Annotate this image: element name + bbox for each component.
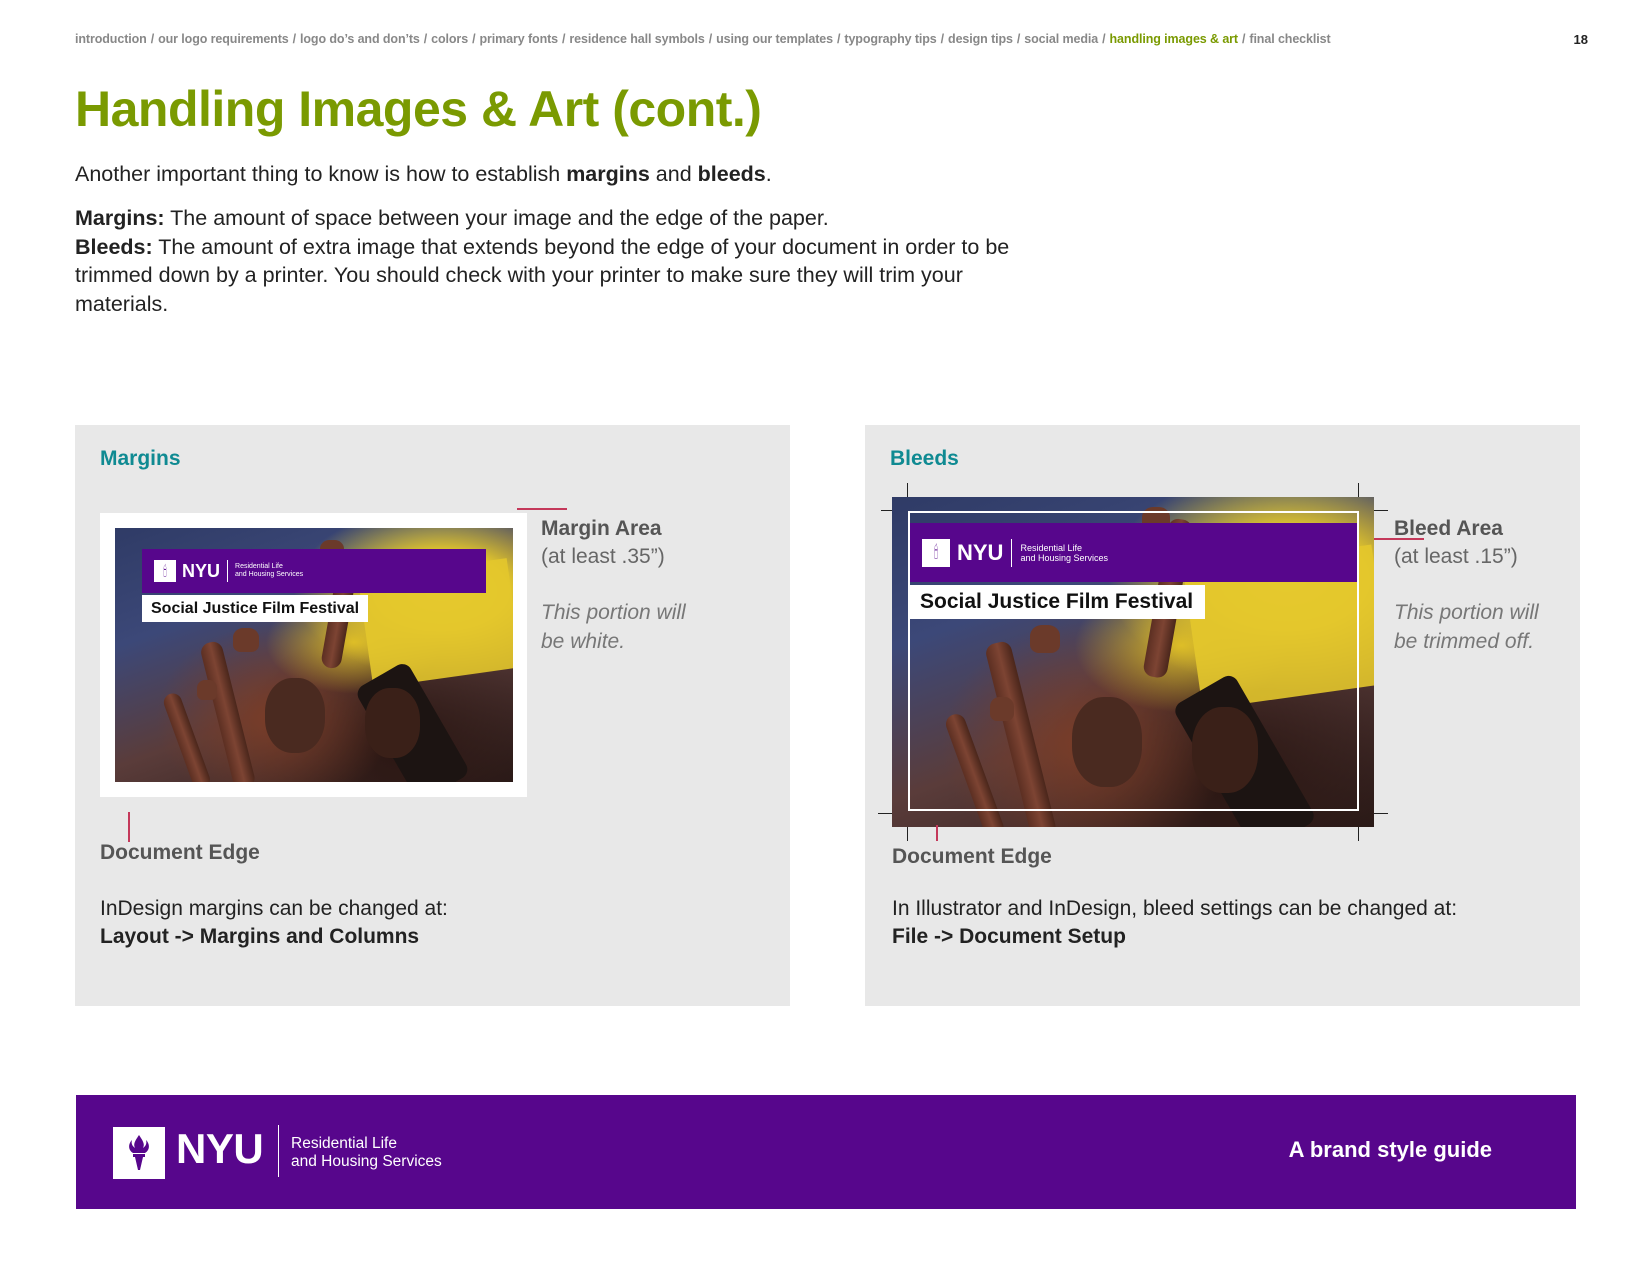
breadcrumb-separator: /: [472, 32, 476, 46]
footer-nyu-wordmark: NYU: [176, 1125, 264, 1172]
breadcrumb-separator: /: [1242, 32, 1246, 46]
flyer-header: 🕯 NYU Residential Life and Housing Servic…: [142, 549, 486, 593]
breadcrumb-separator: /: [708, 32, 713, 46]
breadcrumb-item[interactable]: introduction: [75, 32, 147, 46]
intro-text: .: [765, 162, 772, 186]
intro-paragraph: Another important thing to know is how t…: [75, 160, 1055, 188]
footer-banner: NYU Residential Life and Housing Service…: [76, 1095, 1576, 1209]
bleeds-term: Bleeds:: [75, 234, 153, 259]
margins-menu-path: Layout -> Margins and Columns: [100, 925, 420, 948]
bleeds-definition: Bleeds: The amount of extra image that e…: [75, 233, 1055, 319]
intro-text: Another important thing to know is how t…: [75, 162, 567, 186]
breadcrumb-item[interactable]: design tips: [948, 32, 1013, 46]
torch-icon: 🕯: [154, 560, 176, 582]
breadcrumb-item[interactable]: logo do’s and don’ts: [300, 32, 420, 46]
breadcrumb-separator: /: [837, 32, 841, 46]
crop-mark: [907, 827, 908, 841]
torch-icon: [113, 1127, 165, 1179]
intro-term-bleeds: bleeds: [697, 162, 766, 186]
bleed-area-label: Bleed Area: [1394, 517, 1503, 540]
breadcrumb-item[interactable]: primary fonts: [479, 32, 558, 46]
intro-term-margins: margins: [566, 162, 650, 186]
bleeds-menu-path: File -> Document Setup: [892, 925, 1126, 948]
margin-area-label: Margin Area: [541, 517, 662, 540]
panel-title: Bleeds: [890, 447, 959, 470]
crop-mark: [1358, 483, 1359, 497]
page-number: 18: [1573, 32, 1588, 47]
footer-divider: [278, 1125, 279, 1177]
crop-mark: [1374, 510, 1388, 511]
bleeds-panel: Bleeds 🕯 NYU Residential Life and Housing…: [865, 425, 1580, 1006]
margins-panel: Margins 🕯 NYU Residential Life and Housin…: [75, 425, 790, 1006]
crop-mark: [907, 483, 908, 497]
page-title: Handling Images & Art (cont.): [75, 81, 762, 137]
breadcrumb-item[interactable]: typography tips: [844, 32, 936, 46]
margins-text: The amount of space between your image a…: [164, 206, 829, 230]
flyer-nyu-wordmark: NYU: [182, 560, 221, 581]
breadcrumb-separator: /: [292, 32, 297, 46]
breadcrumb-item[interactable]: our logo requirements: [158, 32, 289, 46]
intro-text: and: [649, 162, 698, 186]
breadcrumb: introduction / our logo requirements / logo …: [75, 32, 1331, 46]
breadcrumb-item[interactable]: colors: [431, 32, 468, 46]
margin-area-pointer: [517, 508, 567, 510]
flyer-title: Social Justice Film Festival: [142, 595, 369, 622]
bleed-area-sublabel: (at least .15”): [1394, 545, 1518, 568]
breadcrumb-separator: /: [1102, 32, 1106, 46]
flyer-dept: Residential Life and Housing Services: [235, 563, 304, 578]
margin-document-mockup: 🕯 NYU Residential Life and Housing Servic…: [100, 513, 527, 797]
document-edge-label: Document Edge: [892, 845, 1052, 868]
torch-icon-svg: [129, 1135, 149, 1170]
trim-line: [908, 511, 1359, 811]
document-edge-label: Document Edge: [100, 841, 260, 864]
margin-area-sublabel: (at least .35”): [541, 545, 665, 568]
breadcrumb-separator: /: [1016, 32, 1021, 46]
footer-department: Residential Life and Housing Services: [291, 1135, 442, 1170]
document-edge-pointer: [936, 825, 938, 841]
breadcrumb-separator: /: [423, 32, 428, 46]
panel-title: Margins: [100, 447, 181, 470]
breadcrumb-separator: /: [562, 32, 566, 46]
bleeds-howto: In Illustrator and InDesign, bleed setti…: [892, 897, 1458, 948]
margins-term: Margins:: [75, 206, 165, 230]
definitions: Margins: The amount of space between you…: [75, 204, 1055, 318]
breadcrumb-separator: /: [150, 32, 155, 46]
breadcrumb-item[interactable]: residence hall symbols: [569, 32, 704, 46]
margins-howto: InDesign margins can be changed at: Layo…: [100, 897, 448, 948]
document-edge-pointer: [128, 812, 130, 842]
breadcrumb-separator: /: [940, 32, 945, 46]
bleeds-text: The amount of extra image that extends b…: [75, 234, 1010, 316]
margins-definition: Margins: The amount of space between you…: [75, 204, 1055, 233]
breadcrumb-item[interactable]: final checklist: [1249, 32, 1330, 46]
breadcrumb-item[interactable]: handling images & art: [1110, 32, 1239, 46]
bleed-area-note: This portion will be trimmed off.: [1394, 601, 1539, 653]
breadcrumb-item[interactable]: social media: [1024, 32, 1098, 46]
crop-mark: [1358, 827, 1359, 841]
breadcrumb-item[interactable]: using our templates: [716, 32, 833, 46]
footer-tagline: A brand style guide: [1288, 1137, 1492, 1162]
crop-mark: [881, 510, 892, 511]
margin-area-note: This portion will be white.: [541, 601, 686, 653]
crop-mark: [878, 813, 892, 814]
crop-mark: [1374, 813, 1388, 814]
